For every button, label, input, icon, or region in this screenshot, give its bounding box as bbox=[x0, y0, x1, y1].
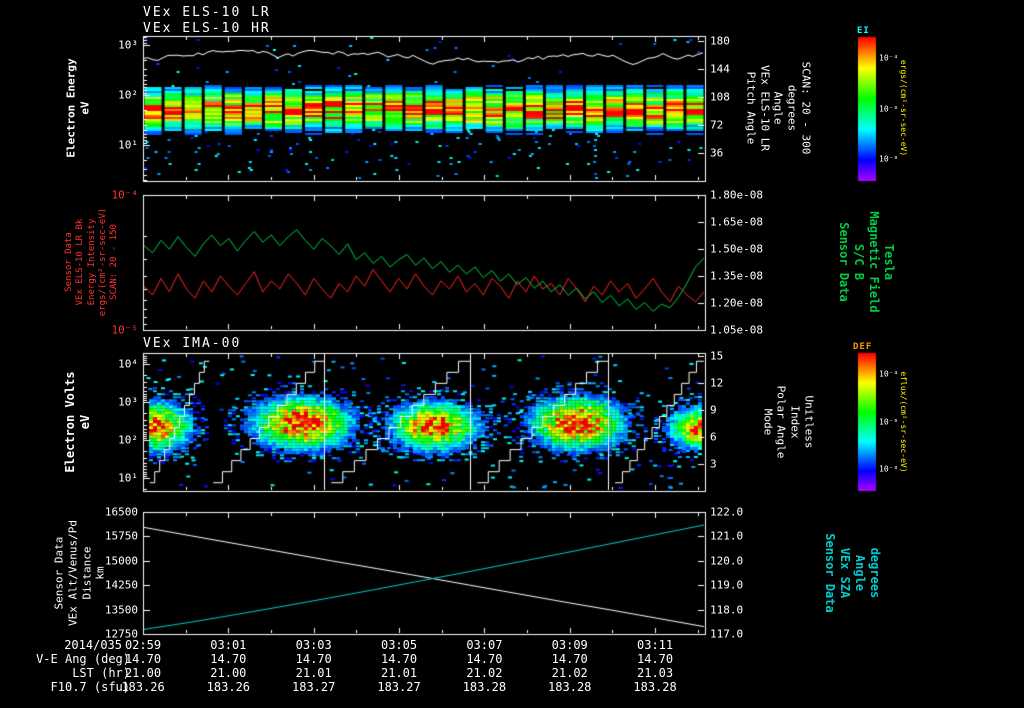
y-right-tick-label: 144 bbox=[710, 62, 730, 76]
panel1-left-axis-label: Electron Energy eV bbox=[64, 58, 91, 158]
time-tick-label: 03:03 bbox=[295, 638, 332, 652]
time-tick-label: 03:11 bbox=[637, 638, 674, 652]
y-left-tick-label: 10⁻⁴ bbox=[111, 188, 139, 202]
colorbar2-units-label: eflux/(cm²-sr-sec-eV) bbox=[899, 371, 908, 473]
panel4-left-axis-label: Sensor Data VEx Alt/Venus/Pd Distance km bbox=[52, 520, 107, 626]
y-right-tick-label: 120.0 bbox=[710, 554, 744, 568]
y-right-tick-label: 1.65e-08 bbox=[710, 215, 763, 229]
footer-value: 183.26 bbox=[206, 680, 251, 694]
footer-value: 183.27 bbox=[377, 680, 421, 694]
panel3-right-axis-label: Unitless Index Polar Angle Mode bbox=[761, 385, 816, 459]
footer-row-label-lst: LST (hr) bbox=[72, 666, 130, 680]
footer-value: 183.26 bbox=[121, 680, 165, 694]
y-left-tick-label: 10² bbox=[118, 433, 138, 447]
panel1-title-lr: VEx ELS-10 LR bbox=[143, 5, 271, 20]
panel3-title: VEx IMA-00 bbox=[143, 336, 242, 351]
colorbar-tick-label: 10⁻⁶ bbox=[879, 104, 899, 113]
footer-value: 14.70 bbox=[210, 652, 247, 666]
footer-value: 183.28 bbox=[633, 680, 677, 694]
footer-value: 21.02 bbox=[466, 666, 503, 680]
time-tick-label: 03:05 bbox=[380, 638, 418, 652]
y-left-tick-label: 10³ bbox=[118, 38, 138, 52]
y-left-tick-label: 10⁴ bbox=[118, 357, 138, 371]
footer-row-label-f107: F10.7 (sfu) bbox=[50, 680, 130, 694]
y-right-tick-label: 6 bbox=[710, 430, 717, 444]
y-left-tick-label: 14250 bbox=[104, 578, 138, 592]
panel2-right-axis-label: Tesla Magnetic Field S/C B Sensor Data bbox=[837, 211, 896, 313]
y-left-tick-label: 15000 bbox=[104, 554, 138, 568]
y-left-tick-label: 10¹ bbox=[118, 471, 138, 485]
time-tick-label: 03:07 bbox=[466, 638, 503, 652]
footer-value: 14.70 bbox=[295, 652, 332, 666]
panel4-right-axis-label: degrees Angle VEx SZA Sensor Data bbox=[823, 533, 882, 613]
y-left-tick-label: 16500 bbox=[104, 505, 138, 519]
footer-value: 14.70 bbox=[380, 652, 418, 666]
panel2-left-axis-label: Sensor Data VEx ELS-10 LR Bk Energy Inte… bbox=[63, 207, 119, 317]
y-right-tick-label: 1.20e-08 bbox=[710, 296, 763, 310]
colorbar2-title: DEF bbox=[853, 342, 873, 352]
plot-stage: VEx ELS-10 LR VEx ELS-10 HR VEx IMA-00 E… bbox=[0, 0, 1024, 708]
footer-value: 14.70 bbox=[466, 652, 503, 666]
footer-value: 21.02 bbox=[551, 666, 588, 680]
time-tick-label: 03:09 bbox=[551, 638, 588, 652]
y-right-tick-label: 15 bbox=[710, 349, 724, 363]
footer-value: 21.01 bbox=[380, 666, 418, 680]
footer-value: 183.27 bbox=[292, 680, 336, 694]
footer-value: 21.00 bbox=[124, 666, 162, 680]
footer-value: 21.00 bbox=[210, 666, 247, 680]
y-right-tick-label: 118.0 bbox=[710, 603, 744, 617]
footer-row-label-ve-ang: V-E Ang (deg) bbox=[36, 652, 130, 666]
y-left-tick-label: 10¹ bbox=[118, 138, 138, 152]
y-right-tick-label: 121.0 bbox=[710, 529, 744, 543]
y-right-tick-label: 36 bbox=[710, 146, 724, 160]
y-right-tick-label: 119.0 bbox=[710, 578, 744, 592]
y-right-tick-label: 72 bbox=[710, 118, 724, 132]
y-right-tick-label: 180 bbox=[710, 34, 730, 48]
y-right-tick-label: 12 bbox=[710, 376, 724, 390]
y-right-tick-label: 1.50e-08 bbox=[710, 242, 763, 256]
colorbar-tick-label: 10⁻⁸ bbox=[879, 464, 899, 474]
colorbar-tick-label: 10⁻⁴ bbox=[879, 53, 899, 63]
y-right-tick-label: 122.0 bbox=[710, 505, 744, 519]
y-left-tick-label: 13500 bbox=[104, 603, 138, 617]
footer-value: 14.70 bbox=[551, 652, 588, 666]
y-left-tick-label: 10³ bbox=[118, 395, 138, 409]
colorbar-tick-label: 10⁻⁸ bbox=[879, 154, 899, 164]
y-left-tick-label: 15750 bbox=[104, 529, 138, 543]
colorbar1-units-label: ergs/(cm²-sr-sec-eV) bbox=[899, 59, 908, 157]
y-left-tick-label: 10² bbox=[118, 88, 138, 102]
y-right-tick-label: 9 bbox=[710, 403, 717, 417]
footer-value: 183.28 bbox=[548, 680, 592, 694]
y-right-tick-label: 1.80e-08 bbox=[710, 188, 763, 202]
footer-value: 14.70 bbox=[637, 652, 674, 666]
y-right-tick-label: 108 bbox=[710, 90, 730, 104]
y-left-tick-label: 10⁻⁵ bbox=[111, 323, 139, 337]
y-right-tick-label: 1.05e-08 bbox=[710, 323, 763, 337]
footer-value: 183.28 bbox=[462, 680, 507, 694]
y-right-tick-label: 1.35e-08 bbox=[710, 269, 763, 283]
time-tick-label: 03:01 bbox=[210, 638, 247, 652]
colorbar1-title: EI bbox=[857, 26, 870, 36]
colorbar-tick-label: 10⁻⁴ bbox=[879, 369, 899, 379]
footer-value: 14.70 bbox=[124, 652, 162, 666]
footer-value: 21.03 bbox=[637, 666, 674, 680]
time-tick-label: 02:59 bbox=[124, 638, 162, 652]
panel1-title-hr: VEx ELS-10 HR bbox=[143, 21, 271, 36]
y-right-tick-label: 117.0 bbox=[710, 627, 744, 641]
y-right-tick-label: 3 bbox=[710, 457, 717, 471]
footer-value: 21.01 bbox=[295, 666, 332, 680]
panel3-left-axis-label: Electron Volts eV bbox=[63, 371, 92, 473]
panel1-right-axis-label: SCAN: 20 - 300 degrees Angle VEx ELS-10 … bbox=[744, 61, 813, 155]
colorbar-tick-label: 10⁻⁶ bbox=[879, 417, 899, 426]
